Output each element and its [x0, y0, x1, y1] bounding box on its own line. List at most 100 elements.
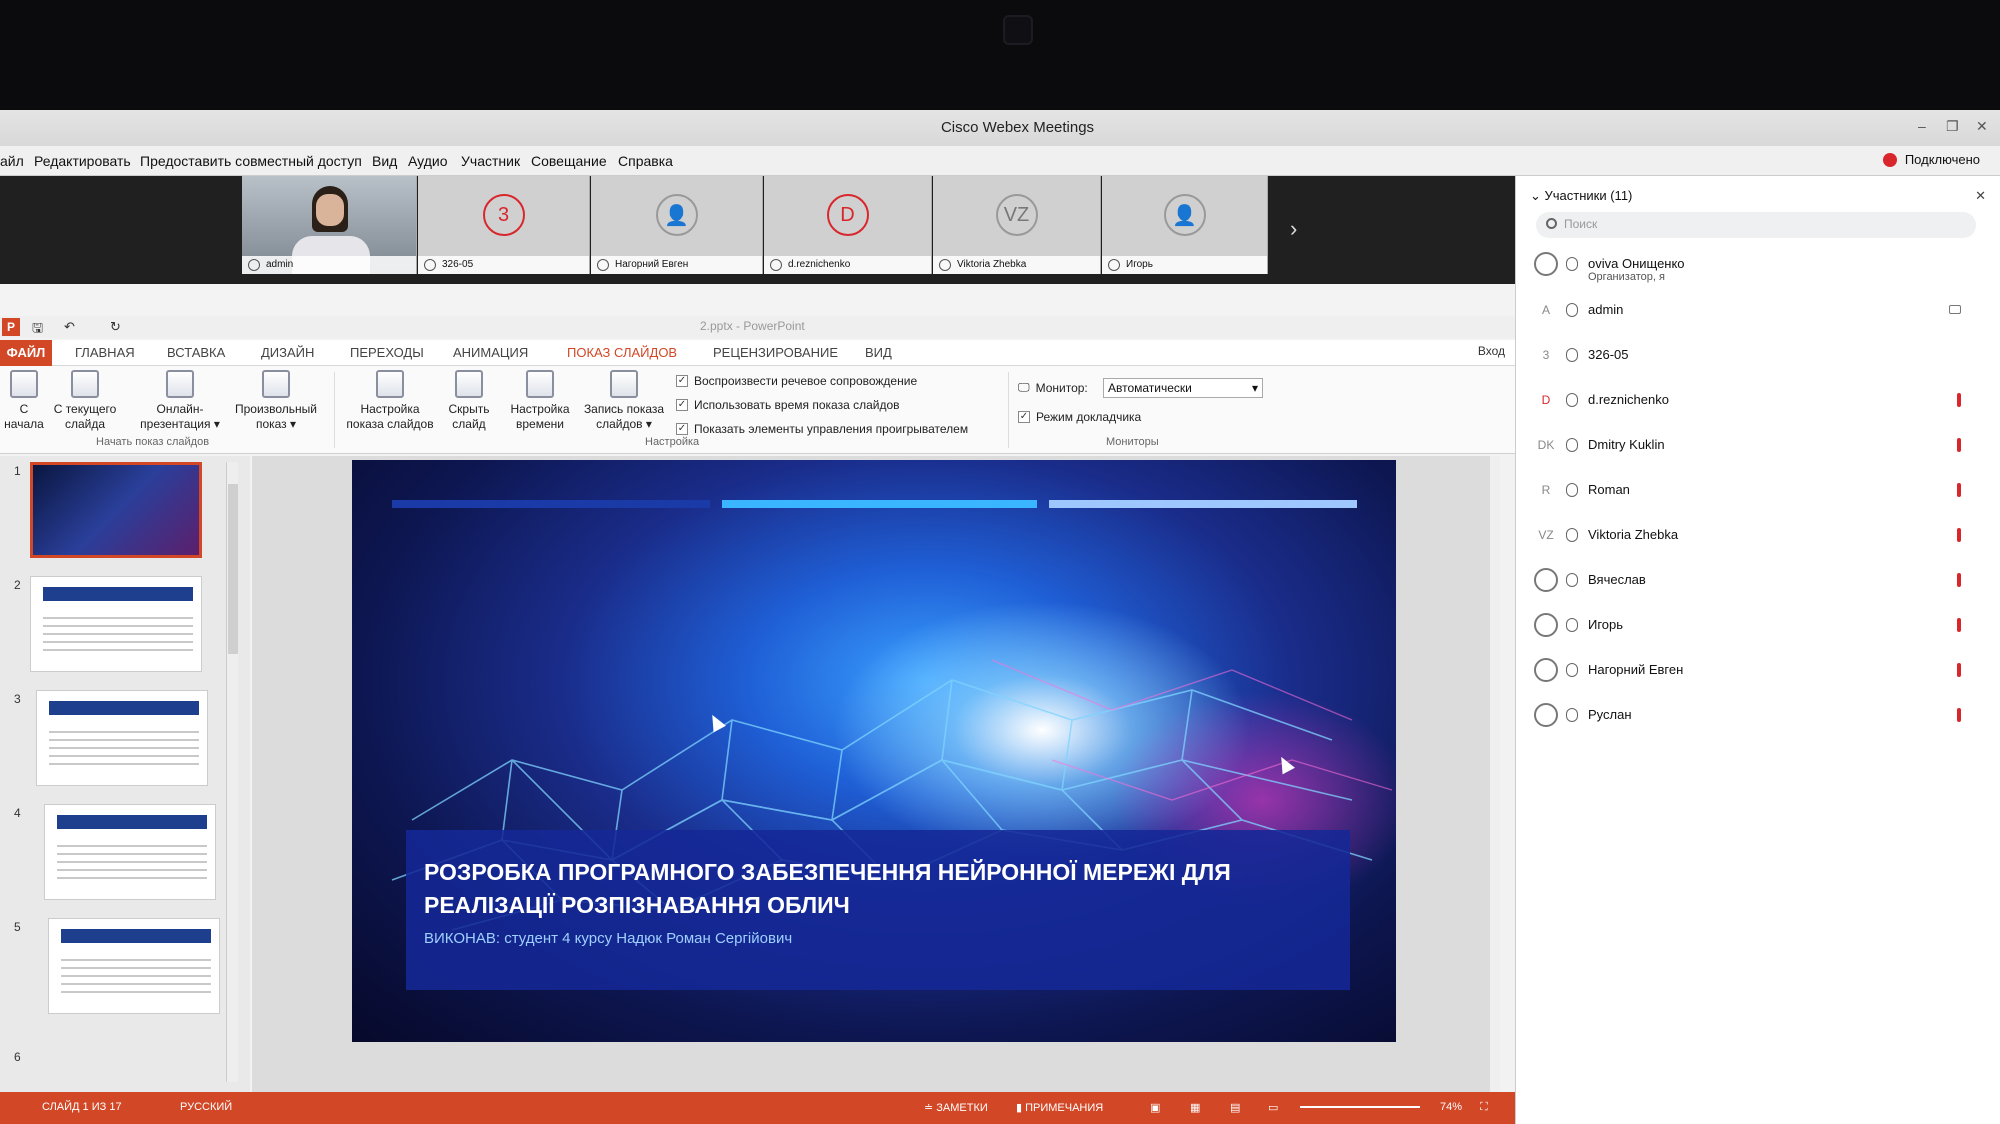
muted-icon: [1957, 528, 1961, 542]
video-thumb-326-05[interactable]: 3 326-05: [418, 176, 590, 274]
mic-icon: [1566, 528, 1578, 542]
menu-meeting[interactable]: Совещание: [531, 153, 607, 169]
record-icon: [610, 370, 638, 398]
use-timings-checkbox[interactable]: ✓ Использовать время показа слайдов: [676, 398, 900, 412]
menu-edit[interactable]: Редактировать: [34, 153, 131, 169]
mic-icon: [1566, 348, 1578, 362]
tab-insert[interactable]: ВСТАВКА: [167, 345, 225, 360]
editor-scrollbar[interactable]: [1490, 456, 1500, 1092]
slide-thumbnail-3[interactable]: [36, 690, 208, 786]
participant-row[interactable]: 3 326-05: [1516, 335, 2000, 375]
current-slide[interactable]: РОЗРОБКА ПРОГРАМНОГО ЗАБЕЗПЕЧЕННЯ НЕЙРОН…: [352, 460, 1396, 1042]
participants-header[interactable]: ⌄ Участники (11): [1530, 188, 1632, 204]
slide-sorter-icon[interactable]: ▦: [1190, 1101, 1200, 1114]
slide-thumbnail-1[interactable]: [30, 462, 202, 558]
participant-row[interactable]: Вячеслав: [1516, 560, 2000, 600]
tab-slideshow[interactable]: ПОКАЗ СЛАЙДОВ: [567, 345, 677, 360]
monitor-select[interactable]: Автоматически ▾: [1103, 378, 1263, 398]
record-slideshow-button[interactable]: Запись показа слайдов ▾: [578, 370, 670, 432]
hide-slide-button[interactable]: Скрыть слайд: [444, 370, 494, 432]
slides-pane: 1 2 3 4 5 6: [0, 456, 250, 1092]
participant-row[interactable]: DK Dmitry Kuklin: [1516, 425, 2000, 465]
tab-home[interactable]: ГЛАВНАЯ: [75, 345, 135, 360]
setup-icon: [376, 370, 404, 398]
slide-title-box: РОЗРОБКА ПРОГРАМНОГО ЗАБЕЗПЕЧЕННЯ НЕЙРОН…: [406, 830, 1350, 990]
mic-icon: [770, 259, 782, 271]
comments-button[interactable]: ▮ ПРИМЕЧАНИЯ: [1016, 1101, 1103, 1114]
presenter-view-checkbox[interactable]: ✓ Режим докладчика: [1018, 410, 1141, 424]
menu-file[interactable]: айл: [0, 153, 24, 169]
narration-checkbox[interactable]: ✓ Воспроизвести речевое сопровождение: [676, 374, 917, 388]
language-indicator[interactable]: РУССКИЙ: [180, 1101, 232, 1113]
notes-button[interactable]: ≐ ЗАМЕТКИ: [924, 1101, 988, 1114]
avatar: 3: [1542, 348, 1550, 362]
normal-view-icon[interactable]: ▣: [1150, 1101, 1160, 1114]
slide-thumbnail-4[interactable]: [44, 804, 216, 900]
muted-icon: [1957, 393, 1961, 407]
menu-bar: айл Редактировать Предоставить совместны…: [0, 146, 2000, 176]
slide-thumbnail-5[interactable]: [48, 918, 220, 1014]
tab-design[interactable]: ДИЗАЙН: [261, 345, 314, 360]
tab-view[interactable]: ВИД: [865, 345, 892, 360]
tab-file[interactable]: ФАЙЛ: [0, 340, 52, 366]
tab-transitions[interactable]: ПЕРЕХОДЫ: [350, 345, 424, 360]
menu-share[interactable]: Предоставить совместный доступ: [140, 153, 362, 169]
ppt-titlebar: P 🖫 ↶ ↻ 2.pptx - PowerPoint: [0, 316, 1515, 338]
custom-show-icon: [262, 370, 290, 398]
slide-number: 6: [14, 1050, 21, 1064]
login-link[interactable]: Вход: [1478, 344, 1505, 358]
person-icon: [1534, 703, 1558, 727]
slide-number: 1: [14, 464, 21, 478]
reading-view-icon[interactable]: ▤: [1230, 1101, 1240, 1114]
slide-thumbnail-2[interactable]: [30, 576, 202, 672]
avatar: VZ: [1538, 528, 1554, 542]
menu-view[interactable]: Вид: [372, 153, 397, 169]
tab-animation[interactable]: АНИМАЦИЯ: [453, 345, 528, 360]
slide-title: РОЗРОБКА ПРОГРАМНОГО ЗАБЕЗПЕЧЕННЯ НЕЙРОН…: [424, 859, 1231, 918]
search-input[interactable]: Поиск: [1536, 212, 1976, 238]
menu-audio[interactable]: Аудио: [408, 153, 448, 169]
close-icon[interactable]: ✕: [1975, 188, 1986, 204]
online-presentation-button[interactable]: Онлайн- презентация ▾: [134, 370, 226, 432]
participant-row[interactable]: oviva Онищенко Организатор, я: [1516, 244, 2000, 284]
timer-icon: [526, 370, 554, 398]
maximize-icon[interactable]: ❐: [1946, 118, 1959, 135]
scrollbar-thumb[interactable]: [228, 484, 238, 654]
from-current-button[interactable]: С текущего слайда: [48, 370, 122, 432]
redo-icon[interactable]: ↻: [110, 319, 121, 335]
tab-review[interactable]: РЕЦЕНЗИРОВАНИЕ: [713, 345, 838, 360]
media-controls-checkbox[interactable]: ✓ Показать элементы управления проигрыват…: [676, 422, 968, 436]
participant-row[interactable]: Aadmin: [1516, 290, 2000, 330]
rehearse-timings-button[interactable]: Настройка времени: [504, 370, 576, 432]
participant-row[interactable]: Dd.reznichenko: [1516, 380, 2000, 420]
save-icon[interactable]: 🖫: [32, 319, 43, 341]
video-thumb-igor[interactable]: 👤 Игорь: [1102, 176, 1268, 274]
menu-help[interactable]: Справка: [618, 153, 673, 169]
custom-show-button[interactable]: Произвольный показ ▾: [226, 370, 326, 432]
setup-slideshow-button[interactable]: Настройка показа слайдов: [340, 370, 440, 432]
video-thumb-zhebka[interactable]: VZ Viktoria Zhebka: [933, 176, 1101, 274]
close-icon[interactable]: ✕: [1976, 118, 1988, 135]
from-start-button[interactable]: С начала: [4, 370, 44, 432]
participant-row[interactable]: VZ Viktoria Zhebka: [1516, 515, 2000, 555]
undo-icon[interactable]: ↶: [64, 319, 75, 335]
slideshow-view-icon[interactable]: ▭: [1268, 1101, 1278, 1114]
fit-to-window-icon[interactable]: ⛶: [1480, 1101, 1488, 1114]
participant-row[interactable]: Нагорний Евген: [1516, 650, 2000, 690]
video-thumb-nahornyi[interactable]: 👤 Нагорний Евген: [591, 176, 763, 274]
video-thumb-admin[interactable]: admin: [242, 176, 417, 274]
powerpoint-window: P 🖫 ↶ ↻ 2.pptx - PowerPoint ФАЙЛ ГЛАВНАЯ…: [0, 316, 1515, 1124]
participant-row[interactable]: Руслан: [1516, 695, 2000, 735]
mic-icon: [1566, 438, 1578, 452]
slides-scrollbar[interactable]: [226, 462, 238, 1082]
minimize-icon[interactable]: –: [1918, 118, 1926, 134]
chevron-right-icon[interactable]: ›: [1290, 216, 1297, 242]
video-thumb-reznichenko[interactable]: D d.reznichenko: [764, 176, 932, 274]
zoom-level[interactable]: 74%: [1440, 1101, 1462, 1113]
avatar: DK: [1537, 438, 1555, 452]
chevron-down-icon: ▾: [1251, 381, 1258, 395]
participant-row[interactable]: R Roman: [1516, 470, 2000, 510]
participant-row[interactable]: Игорь: [1516, 605, 2000, 645]
zoom-slider[interactable]: [1300, 1106, 1420, 1108]
menu-participant[interactable]: Участник: [461, 153, 520, 169]
